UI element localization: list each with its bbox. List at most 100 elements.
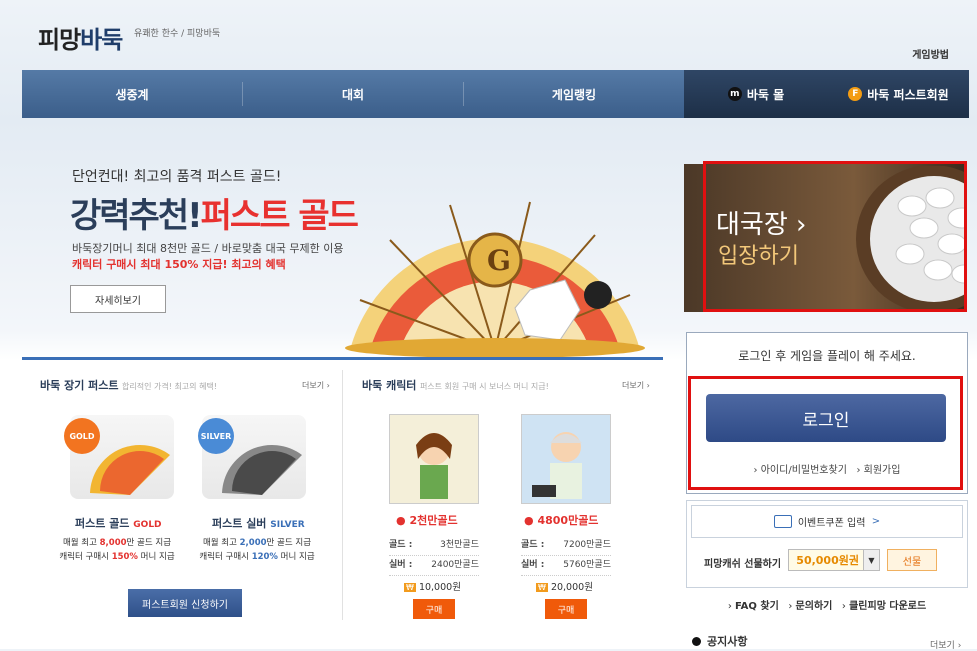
- faq-link[interactable]: FAQ 찾기: [735, 601, 779, 612]
- hall-highlight-box: [703, 161, 967, 312]
- character-2-price-text: 20,000원: [550, 582, 593, 593]
- silver-bonus-rate: 120%: [251, 552, 278, 562]
- logo[interactable]: 피망바둑: [38, 20, 123, 55]
- character-1-silver: 2400만골드: [431, 560, 479, 570]
- gold-label: 골드 :: [389, 540, 413, 550]
- silver-label: 실버 :: [389, 560, 413, 570]
- tagline: 유쾌한 한수 / 피망바둑: [134, 29, 221, 39]
- inquiry-link[interactable]: 문의하기: [796, 601, 833, 612]
- text: 만 골드 지급: [266, 538, 312, 548]
- logo-main: 피망: [38, 26, 81, 54]
- notice-bullet-icon: [692, 637, 701, 646]
- char-section-header: 바둑 캐릭터 퍼스트 회원 구매 시 보너스 머니 지급!: [362, 377, 549, 393]
- char-section-subtitle: 퍼스트 회원 구매 시 보너스 머니 지급!: [419, 382, 549, 391]
- bullet-icon: ›: [727, 601, 735, 612]
- gold-title: 퍼스트 골드 GOLD: [75, 515, 162, 531]
- gold-tag: GOLD: [133, 520, 162, 530]
- silver-badge: SILVER: [198, 418, 234, 454]
- gold-label: 골드 :: [521, 540, 545, 550]
- gold-title-text: 퍼스트 골드: [75, 517, 130, 530]
- silver-desc: 매월 최고 2,000만 골드 지급 캐릭터 구매시 120% 머니 지급: [190, 536, 324, 564]
- text: 매월 최고: [62, 538, 100, 548]
- character-1-name: 2천만골드: [409, 514, 458, 527]
- silver-title: 퍼스트 실버 SILVER: [212, 515, 305, 531]
- silver-tag: SILVER: [270, 520, 305, 530]
- clean-pmang-link[interactable]: 클린피망 다운로드: [849, 601, 926, 612]
- silver-desc-line1: 매월 최고 2,000만 골드 지급: [190, 536, 324, 550]
- text: 캐릭터 구매시: [199, 552, 252, 562]
- support-links: › FAQ 찾기 › 문의하기 › 클린피망 다운로드: [686, 597, 968, 612]
- text: 머니 지급: [137, 552, 175, 562]
- gift-amount-value: 50,000원권: [796, 554, 859, 567]
- text: 캐릭터 구매시: [59, 552, 112, 562]
- gift-button[interactable]: 선물: [887, 549, 937, 571]
- gift-label: 피망캐쉬 선물하기: [704, 559, 782, 570]
- notice-more-link[interactable]: 더보기 ›: [930, 638, 961, 651]
- panel-divider: [342, 370, 343, 620]
- login-message: 로그인 후 게임을 플레이 해 주세요.: [738, 349, 916, 363]
- coupon-icon: [773, 515, 792, 528]
- banner-subtitle: 단언컨대! 최고의 품격 퍼스트 골드!: [72, 169, 282, 185]
- character-1-icon: [390, 415, 478, 503]
- silver-label: 실버 :: [521, 560, 545, 570]
- character-2-silver-row: 실버 : 5760만골드: [521, 556, 611, 576]
- gold-desc-line2: 캐릭터 구매시 150% 머니 지급: [50, 550, 184, 564]
- character-1-price: ₩ 10,000원: [404, 579, 461, 593]
- notice-title-text: 공지사항: [707, 635, 748, 648]
- character-2-stats: 골드 : 7200만골드 실버 : 5760만골드: [521, 536, 611, 576]
- banner-desc-2: 캐릭터 구매시 최대 150% 지급! 최고의 혜택: [72, 258, 286, 271]
- silver-desc-line2: 캐릭터 구매시 120% 머니 지급: [190, 550, 324, 564]
- main-nav: 생중계 대회 게임랭킹 m 바둑 몰 F 바둑 퍼스트회원: [22, 70, 969, 118]
- character-2-buy-button[interactable]: 구매: [545, 599, 587, 619]
- dropdown-arrow-icon: ▼: [863, 550, 879, 570]
- gift-amount-select[interactable]: 50,000원권 ▼: [788, 549, 880, 571]
- silver-monthly-amount: 2,000: [239, 538, 267, 548]
- character-1-buy-button[interactable]: 구매: [413, 599, 455, 619]
- mall-icon: m: [727, 87, 742, 101]
- character-1-gold: 3천만골드: [440, 540, 479, 550]
- character-1-title: ● 2천만골드: [396, 512, 458, 528]
- banner-detail-button[interactable]: 자세히보기: [70, 285, 166, 313]
- nav-mall[interactable]: m 바둑 몰: [684, 70, 828, 118]
- nav-mall-label: 바둑 몰: [746, 87, 785, 102]
- gold-coin-icon: ●: [396, 514, 406, 527]
- svg-text:G: G: [487, 244, 511, 277]
- banner-desc-1: 바둑장기머니 최대 8천만 골드 / 바로맞춤 대국 무제한 이용: [72, 242, 344, 255]
- gold-coin-icon: ●: [524, 514, 534, 527]
- nav-first-member-label: 바둑 퍼스트회원: [867, 87, 949, 102]
- character-1-stats: 골드 : 3천만골드 실버 : 2400만골드: [389, 536, 479, 576]
- character-1-silver-row: 실버 : 2400만골드: [389, 556, 479, 576]
- character-image-1[interactable]: [389, 414, 479, 504]
- bullet-icon: ›: [788, 601, 796, 612]
- gold-monthly-amount: 8,000: [99, 538, 127, 548]
- character-image-2[interactable]: [521, 414, 611, 504]
- nav-live[interactable]: 생중계: [22, 70, 242, 118]
- gold-fan-illustration: G: [345, 201, 645, 358]
- character-1-gold-row: 골드 : 3천만골드: [389, 536, 479, 556]
- gold-desc-line1: 매월 최고 8,000만 골드 지급: [50, 536, 184, 550]
- char-more-link[interactable]: 더보기 ›: [622, 380, 650, 391]
- nav-first-member[interactable]: F 바둑 퍼스트회원: [828, 70, 969, 118]
- nav-tournament[interactable]: 대회: [243, 70, 463, 118]
- notice-heading: 공지사항: [692, 633, 747, 649]
- nav-live-label: 생중계: [115, 87, 149, 102]
- login-highlight-box: [688, 376, 963, 490]
- first-section-title: 바둑 장기 퍼스트: [40, 379, 119, 392]
- won-icon: ₩: [536, 583, 548, 592]
- how-to-play-link[interactable]: 게임방법: [912, 46, 949, 61]
- first-more-link[interactable]: 더보기 ›: [302, 380, 330, 391]
- text: 매월 최고: [202, 538, 240, 548]
- nav-ranking[interactable]: 게임랭킹: [464, 70, 684, 118]
- text: 머니 지급: [277, 552, 315, 562]
- character-1-price-text: 10,000원: [418, 582, 461, 593]
- coupon-button[interactable]: 이벤트쿠폰 입력 >: [691, 505, 963, 538]
- silver-title-text: 퍼스트 실버: [212, 517, 267, 530]
- gold-desc: 매월 최고 8,000만 골드 지급 캐릭터 구매시 150% 머니 지급: [50, 536, 184, 564]
- character-2-name: 4800만골드: [537, 514, 599, 527]
- nav-ranking-label: 게임랭킹: [551, 87, 597, 102]
- won-icon: ₩: [404, 583, 416, 592]
- text: 만 골드 지급: [126, 538, 172, 548]
- character-2-price: ₩ 20,000원: [536, 579, 593, 593]
- first-section-subtitle: 합리적인 가격! 최고의 혜택!: [122, 382, 218, 391]
- first-apply-button[interactable]: 퍼스트회원 신청하기: [128, 589, 242, 617]
